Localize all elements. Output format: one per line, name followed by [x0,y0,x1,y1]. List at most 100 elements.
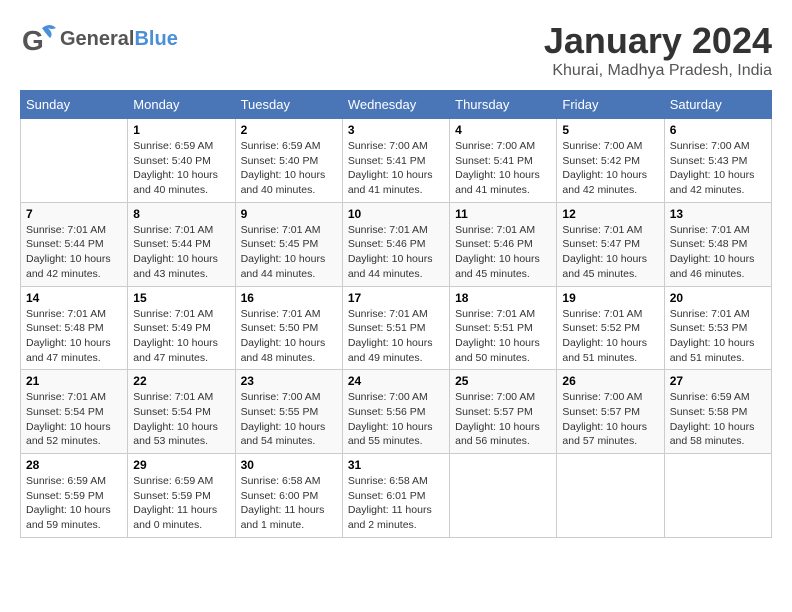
calendar-cell: 8Sunrise: 7:01 AM Sunset: 5:44 PM Daylig… [128,202,235,286]
day-number: 1 [133,123,229,137]
day-number: 27 [670,374,766,388]
day-number: 15 [133,291,229,305]
day-info: Sunrise: 7:00 AM Sunset: 5:43 PM Dayligh… [670,139,766,198]
day-info: Sunrise: 7:01 AM Sunset: 5:54 PM Dayligh… [133,390,229,449]
calendar-cell [450,454,557,538]
day-number: 22 [133,374,229,388]
calendar-cell: 6Sunrise: 7:00 AM Sunset: 5:43 PM Daylig… [664,119,771,203]
day-info: Sunrise: 7:00 AM Sunset: 5:57 PM Dayligh… [562,390,658,449]
col-friday: Friday [557,91,664,119]
calendar-week-row: 21 Sunrise: 7:01 AM Sunset: 5:54 PM Dayli… [21,370,772,454]
day-info: Sunrise: 6:59 AM Sunset: 5:59 PM Dayligh… [133,474,229,533]
calendar-cell: 29 Sunrise: 6:59 AM Sunset: 5:59 PM Dayli… [128,454,235,538]
calendar-cell [664,454,771,538]
day-number: 16 [241,291,337,305]
day-number: 19 [562,291,658,305]
logo-general-text: General [60,28,134,51]
logo-blue-text: Blue [134,28,177,51]
calendar-table: Sunday Monday Tuesday Wednesday Thursday… [20,90,772,538]
day-number: 29 [133,458,229,472]
calendar-week-row: 1 Sunrise: 6:59 AM Sunset: 5:40 PM Daylig… [21,119,772,203]
day-number: 25 [455,374,551,388]
calendar-cell [21,119,128,203]
day-info: Sunrise: 7:01 AM Sunset: 5:49 PM Dayligh… [133,307,229,366]
calendar-cell: 11 Sunrise: 7:01 AM Sunset: 5:46 PM Dayli… [450,202,557,286]
day-number: 26 [562,374,658,388]
page-header: G GeneralBlue January 2024 Khurai, Madhy… [20,20,772,80]
calendar-cell: 15 Sunrise: 7:01 AM Sunset: 5:49 PM Dayli… [128,286,235,370]
calendar-header-row: Sunday Monday Tuesday Wednesday Thursday… [21,91,772,119]
day-number: 18 [455,291,551,305]
calendar-cell: 7 Sunrise: 7:01 AM Sunset: 5:44 PM Daylig… [21,202,128,286]
day-info: Sunrise: 7:01 AM Sunset: 5:51 PM Dayligh… [455,307,551,366]
calendar-cell: 13 Sunrise: 7:01 AM Sunset: 5:48 PM Dayli… [664,202,771,286]
calendar-cell: 14 Sunrise: 7:01 AM Sunset: 5:48 PM Dayli… [21,286,128,370]
svg-text:G: G [22,25,44,56]
calendar-cell: 9Sunrise: 7:01 AM Sunset: 5:45 PM Daylig… [235,202,342,286]
day-info: Sunrise: 7:01 AM Sunset: 5:46 PM Dayligh… [455,223,551,282]
day-info: Sunrise: 7:01 AM Sunset: 5:48 PM Dayligh… [670,223,766,282]
day-number: 3 [348,123,444,137]
calendar-cell: 26 Sunrise: 7:00 AM Sunset: 5:57 PM Dayli… [557,370,664,454]
day-number: 9 [241,207,337,221]
day-number: 30 [241,458,337,472]
calendar-cell: 5 Sunrise: 7:00 AM Sunset: 5:42 PM Daylig… [557,119,664,203]
day-info: Sunrise: 7:01 AM Sunset: 5:52 PM Dayligh… [562,307,658,366]
calendar-cell: 22 Sunrise: 7:01 AM Sunset: 5:54 PM Dayli… [128,370,235,454]
day-number: 8 [133,207,229,221]
day-info: Sunrise: 7:01 AM Sunset: 5:46 PM Dayligh… [348,223,444,282]
day-number: 11 [455,207,551,221]
day-info: Sunrise: 7:01 AM Sunset: 5:53 PM Dayligh… [670,307,766,366]
day-info: Sunrise: 7:00 AM Sunset: 5:56 PM Dayligh… [348,390,444,449]
day-info: Sunrise: 7:01 AM Sunset: 5:44 PM Dayligh… [26,223,122,282]
day-info: Sunrise: 6:59 AM Sunset: 5:40 PM Dayligh… [241,139,337,198]
calendar-cell: 18 Sunrise: 7:01 AM Sunset: 5:51 PM Dayli… [450,286,557,370]
col-wednesday: Wednesday [342,91,449,119]
day-number: 28 [26,458,122,472]
col-tuesday: Tuesday [235,91,342,119]
day-number: 4 [455,123,551,137]
calendar-cell [557,454,664,538]
day-info: Sunrise: 7:01 AM Sunset: 5:54 PM Dayligh… [26,390,122,449]
day-number: 7 [26,207,122,221]
col-monday: Monday [128,91,235,119]
day-number: 13 [670,207,766,221]
day-info: Sunrise: 7:01 AM Sunset: 5:47 PM Dayligh… [562,223,658,282]
day-info: Sunrise: 7:01 AM Sunset: 5:48 PM Dayligh… [26,307,122,366]
logo: G GeneralBlue [20,20,178,58]
day-info: Sunrise: 7:00 AM Sunset: 5:42 PM Dayligh… [562,139,658,198]
day-number: 31 [348,458,444,472]
day-number: 12 [562,207,658,221]
logo-icon: G [20,20,58,58]
day-number: 14 [26,291,122,305]
calendar-cell: 30 Sunrise: 6:58 AM Sunset: 6:00 PM Dayli… [235,454,342,538]
col-sunday: Sunday [21,91,128,119]
calendar-week-row: 7 Sunrise: 7:01 AM Sunset: 5:44 PM Daylig… [21,202,772,286]
calendar-cell: 2 Sunrise: 6:59 AM Sunset: 5:40 PM Daylig… [235,119,342,203]
col-saturday: Saturday [664,91,771,119]
calendar-cell: 24 Sunrise: 7:00 AM Sunset: 5:56 PM Dayli… [342,370,449,454]
calendar-cell: 20 Sunrise: 7:01 AM Sunset: 5:53 PM Dayli… [664,286,771,370]
day-info: Sunrise: 6:59 AM Sunset: 5:58 PM Dayligh… [670,390,766,449]
calendar-cell: 16Sunrise: 7:01 AM Sunset: 5:50 PM Dayli… [235,286,342,370]
calendar-cell: 27 Sunrise: 6:59 AM Sunset: 5:58 PM Dayli… [664,370,771,454]
calendar-cell: 17Sunrise: 7:01 AM Sunset: 5:51 PM Dayli… [342,286,449,370]
calendar-cell: 31Sunrise: 6:58 AM Sunset: 6:01 PM Dayli… [342,454,449,538]
day-number: 21 [26,374,122,388]
day-number: 2 [241,123,337,137]
day-info: Sunrise: 6:58 AM Sunset: 6:00 PM Dayligh… [241,474,337,533]
day-info: Sunrise: 7:00 AM Sunset: 5:41 PM Dayligh… [455,139,551,198]
calendar-cell: 1Sunrise: 6:59 AM Sunset: 5:40 PM Daylig… [128,119,235,203]
day-number: 5 [562,123,658,137]
day-number: 24 [348,374,444,388]
location-text: Khurai, Madhya Pradesh, India [544,62,772,80]
calendar-cell: 10 Sunrise: 7:01 AM Sunset: 5:46 PM Dayli… [342,202,449,286]
day-number: 10 [348,207,444,221]
calendar-cell: 12 Sunrise: 7:01 AM Sunset: 5:47 PM Dayli… [557,202,664,286]
day-number: 20 [670,291,766,305]
month-title: January 2024 [544,20,772,62]
calendar-week-row: 14 Sunrise: 7:01 AM Sunset: 5:48 PM Dayli… [21,286,772,370]
day-number: 23 [241,374,337,388]
day-info: Sunrise: 7:00 AM Sunset: 5:57 PM Dayligh… [455,390,551,449]
day-info: Sunrise: 6:59 AM Sunset: 5:59 PM Dayligh… [26,474,122,533]
